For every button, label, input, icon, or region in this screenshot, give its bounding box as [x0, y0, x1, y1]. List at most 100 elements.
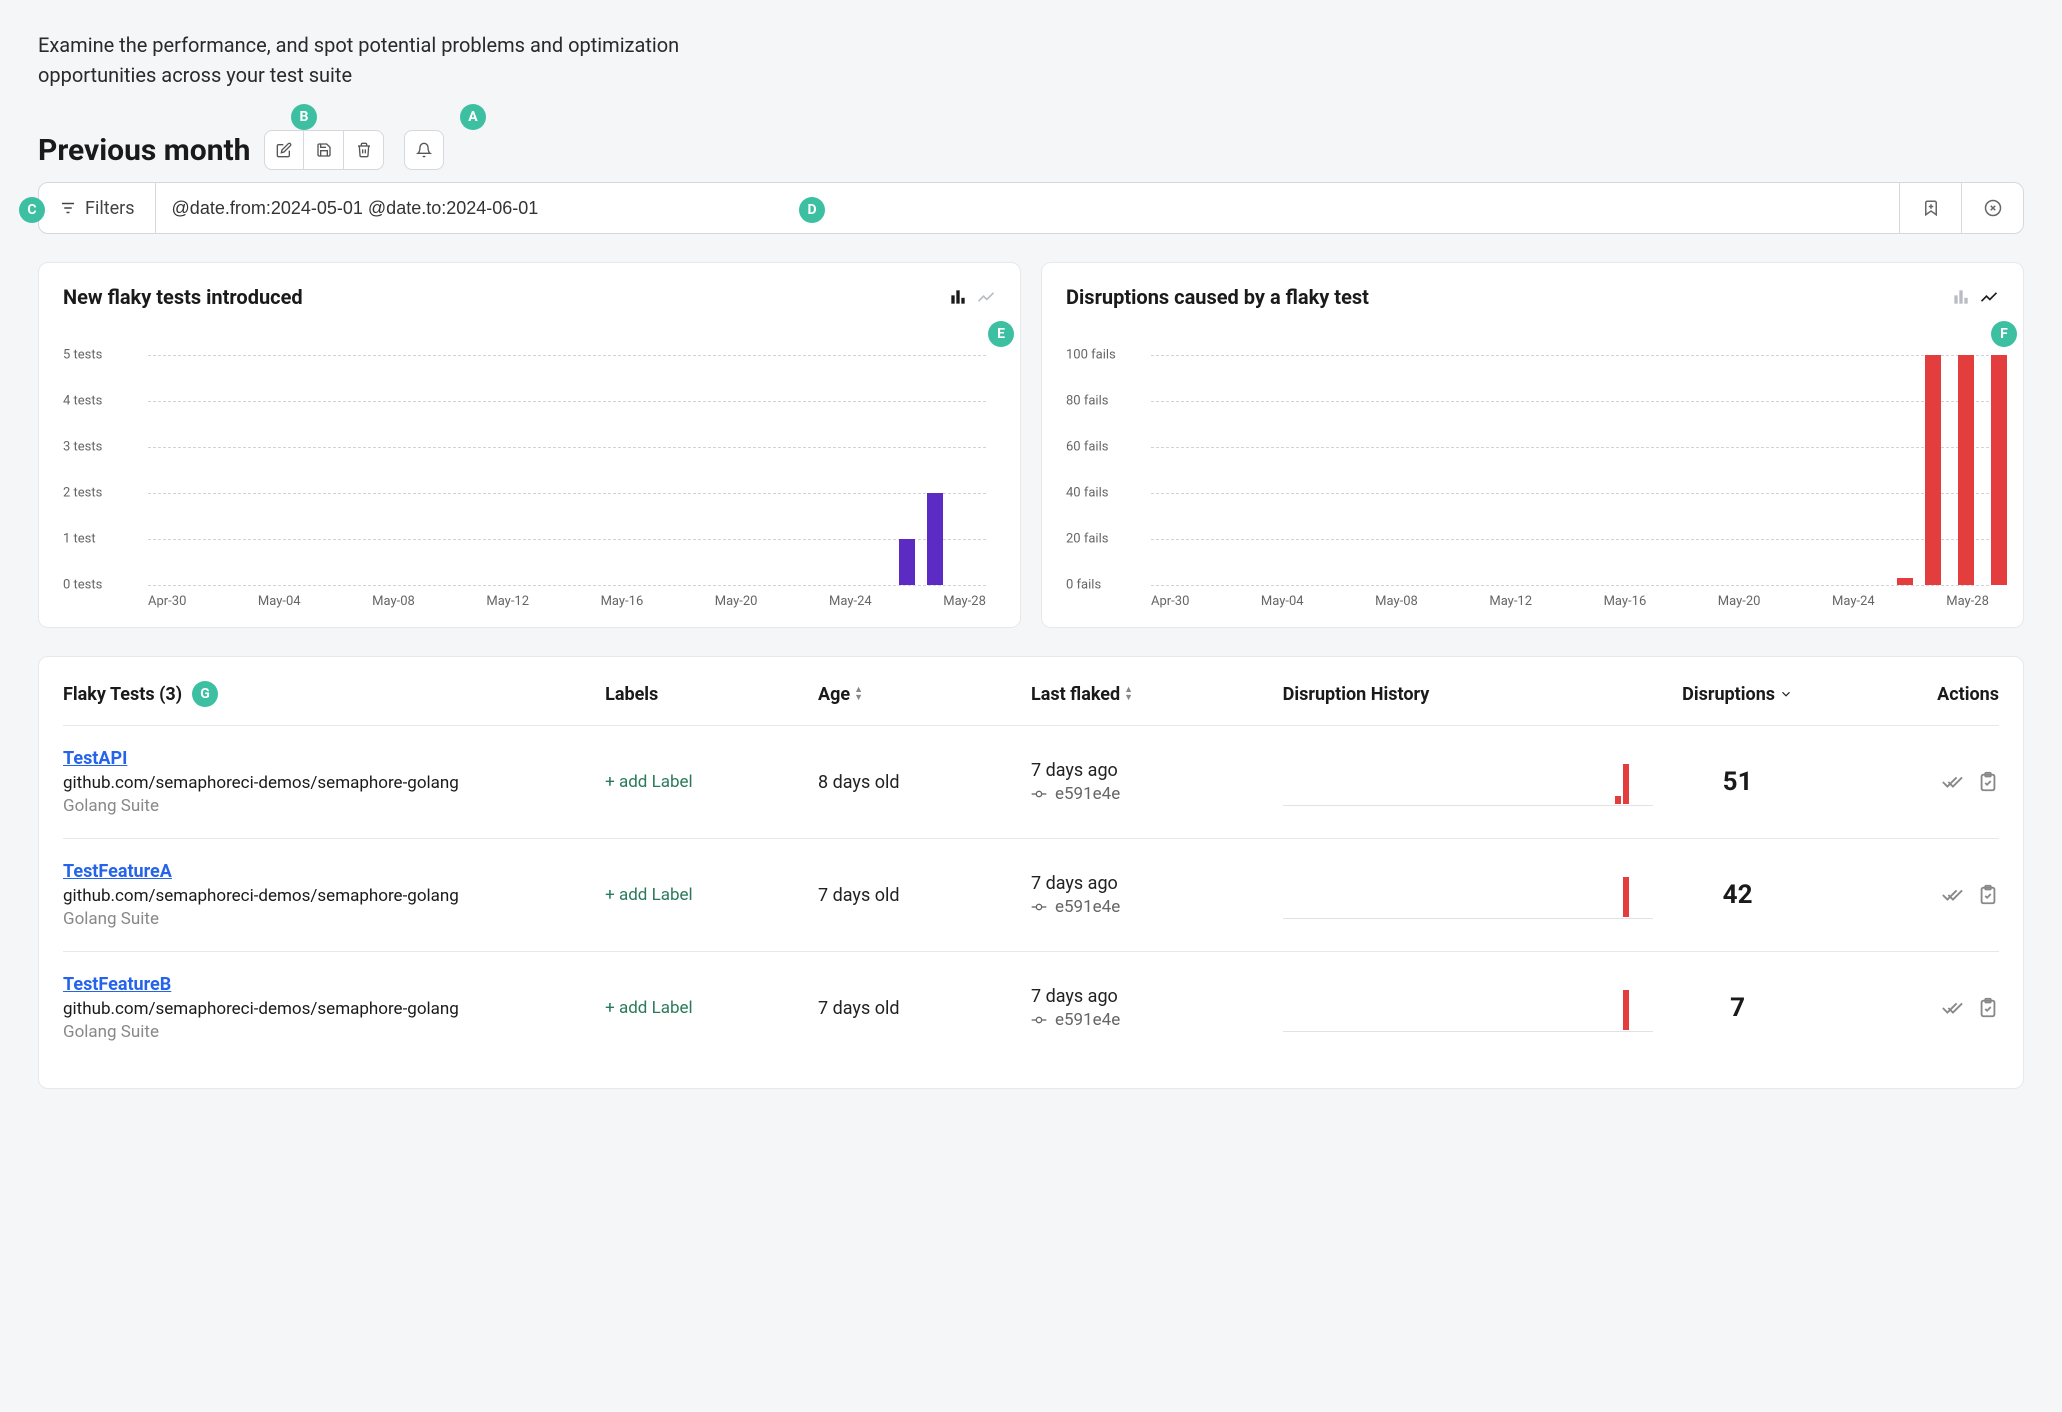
y-axis-label: 0 fails	[1066, 578, 1101, 593]
y-axis-label: 2 tests	[63, 486, 102, 501]
commit-hash: e591e4e	[1055, 1010, 1120, 1030]
table-row: TestFeatureAgithub.com/semaphoreci-demos…	[63, 839, 1999, 952]
disruption-history-chart	[1283, 984, 1653, 1032]
history-bar	[1623, 764, 1629, 804]
git-commit-icon	[1031, 1012, 1047, 1028]
gridline	[148, 401, 986, 402]
clipboard-check-icon	[1977, 997, 1999, 1019]
bar-chart-icon	[948, 287, 968, 307]
annotation-badge-f: F	[1991, 321, 2017, 347]
filters-button[interactable]: Filters	[39, 183, 156, 233]
gridline	[1151, 355, 1989, 356]
disruptions-count: 51	[1723, 767, 1753, 797]
last-flaked-text: 7 days ago	[1031, 760, 1120, 781]
annotation-badge-g: G	[192, 681, 218, 707]
y-axis-label: 20 fails	[1066, 532, 1108, 547]
col-header-disruptions[interactable]: Disruptions	[1631, 684, 1844, 705]
x-axis-label: May-16	[601, 594, 644, 609]
test-path: github.com/semaphoreci-demos/semaphore-g…	[63, 773, 459, 793]
test-suite: Golang Suite	[63, 796, 459, 816]
pencil-icon	[276, 142, 292, 158]
test-name-link[interactable]: TestAPI	[63, 748, 127, 769]
age-text: 8 days old	[818, 772, 899, 793]
commit-hash: e591e4e	[1055, 897, 1120, 917]
annotation-badge-e: E	[988, 321, 1014, 347]
x-axis-label: May-04	[1261, 594, 1304, 609]
disruption-history-chart	[1283, 871, 1653, 919]
double-check-icon	[1941, 884, 1963, 906]
x-axis-label: Apr-30	[148, 594, 186, 609]
gridline	[148, 447, 986, 448]
y-axis-label: 100 fails	[1066, 348, 1116, 363]
bookmark-plus-icon	[1922, 199, 1940, 217]
table-row: TestAPI github.com/semaphoreci-demos/sema…	[63, 726, 1999, 839]
clipboard-check-icon	[1977, 884, 1999, 906]
resolve-button[interactable]	[1941, 997, 1963, 1019]
col-header-actions: Actions	[1844, 684, 1999, 705]
git-commit-icon	[1031, 786, 1047, 802]
y-axis-label: 40 fails	[1066, 486, 1108, 501]
x-axis-label: May-12	[486, 594, 529, 609]
bell-icon	[416, 142, 432, 158]
test-name-link[interactable]: TestFeatureB	[63, 974, 171, 995]
chart-disruptions: F Disruptions caused by a flaky test Apr…	[1041, 262, 2024, 628]
add-label-button[interactable]: + add Label	[605, 885, 693, 905]
chart-new-flaky-tests: E New flaky tests introduced Apr-30May-0…	[38, 262, 1021, 628]
col-header-history: Disruption History	[1283, 684, 1631, 705]
resolve-button[interactable]	[1941, 771, 1963, 793]
gridline	[1151, 585, 1989, 586]
delete-button[interactable]	[344, 130, 384, 170]
archive-button[interactable]	[1977, 997, 1999, 1019]
edit-button[interactable]	[264, 130, 304, 170]
chart-line-toggle[interactable]	[976, 287, 996, 307]
chart-bar-toggle[interactable]	[948, 287, 968, 307]
sort-icon: ▲▼	[1124, 686, 1133, 702]
chart-bar	[1897, 578, 1913, 585]
double-check-icon	[1941, 997, 1963, 1019]
x-axis-label: May-04	[258, 594, 301, 609]
chart-bar-toggle[interactable]	[1951, 287, 1971, 307]
y-axis-label: 60 fails	[1066, 440, 1108, 455]
gridline	[148, 493, 986, 494]
x-axis-label: May-24	[829, 594, 872, 609]
chart-line-toggle[interactable]	[1979, 287, 1999, 307]
chart-bar	[899, 539, 915, 585]
disruptions-count: 7	[1730, 993, 1745, 1023]
line-chart-icon	[1979, 287, 1999, 307]
line-chart-icon	[976, 287, 996, 307]
chart-bar	[1925, 355, 1941, 585]
save-button[interactable]	[304, 130, 344, 170]
gridline	[148, 355, 986, 356]
archive-button[interactable]	[1977, 884, 1999, 906]
table-row: TestFeatureB github.com/semaphoreci-demos…	[63, 952, 1999, 1064]
last-flaked-text: 7 days ago	[1031, 986, 1120, 1007]
x-axis-label: Apr-30	[1151, 594, 1189, 609]
add-label-button[interactable]: + add Label	[605, 998, 693, 1018]
disruptions-count: 42	[1723, 880, 1753, 910]
y-axis-label: 4 tests	[63, 394, 102, 409]
x-axis-label: May-28	[943, 594, 986, 609]
test-path: github.com/semaphoreci-demos/semaphore-g…	[63, 999, 459, 1019]
notifications-button[interactable]	[404, 130, 444, 170]
col-header-age[interactable]: Age ▲▼	[818, 684, 1031, 705]
disruption-history-chart	[1283, 758, 1653, 806]
annotation-badge-b: B	[291, 104, 317, 130]
history-bar	[1623, 990, 1629, 1030]
chevron-down-icon	[1779, 687, 1793, 701]
x-axis-label: May-12	[1489, 594, 1532, 609]
col-header-last-flaked[interactable]: Last flaked ▲▼	[1031, 684, 1283, 705]
save-filter-button[interactable]	[1899, 183, 1961, 233]
x-axis-label: May-08	[372, 594, 415, 609]
filter-query-input[interactable]	[156, 183, 1899, 233]
clear-filter-button[interactable]	[1961, 183, 2023, 233]
history-bar	[1623, 877, 1629, 917]
test-name-link[interactable]: TestFeatureA	[63, 861, 172, 882]
chart-title: Disruptions caused by a flaky test	[1066, 285, 1369, 309]
double-check-icon	[1941, 771, 1963, 793]
gridline	[148, 539, 986, 540]
archive-button[interactable]	[1977, 771, 1999, 793]
commit-hash: e591e4e	[1055, 784, 1120, 804]
add-label-button[interactable]: + add Label	[605, 772, 693, 792]
filters-label: Filters	[85, 198, 135, 219]
resolve-button[interactable]	[1941, 884, 1963, 906]
